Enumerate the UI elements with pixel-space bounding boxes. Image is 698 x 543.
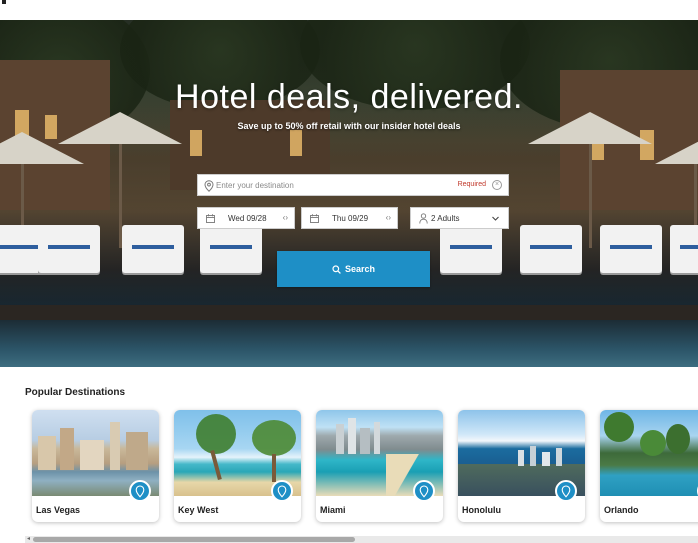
guests-select[interactable]: 2 Adults	[410, 207, 509, 229]
destination-input[interactable]	[216, 178, 446, 193]
required-label: Required	[457, 181, 486, 188]
pool-lounger	[200, 225, 262, 273]
checkin-date-picker[interactable]: Wed 09/28 ‹›	[197, 207, 295, 229]
map-pin-icon	[204, 180, 214, 192]
destination-card-las-vegas[interactable]: Las Vegas	[32, 410, 159, 522]
destination-name: Honolulu	[462, 505, 501, 515]
clear-icon[interactable]: ×	[492, 180, 502, 190]
destination-field[interactable]: Required ×	[197, 174, 509, 196]
destination-name: Las Vegas	[36, 505, 81, 515]
orlando-photo	[600, 410, 698, 496]
pool-lounger	[520, 225, 582, 273]
scrollbar-thumb[interactable]	[33, 537, 355, 542]
location-pin-icon[interactable]	[129, 480, 151, 502]
checkout-date: Thu 09/29	[332, 214, 369, 223]
pool-lounger	[38, 225, 100, 273]
pool-lounger	[440, 225, 502, 273]
guests-value: 2 Adults	[431, 214, 460, 223]
popular-destinations-title: Popular Destinations	[25, 387, 126, 398]
destination-name: Orlando	[604, 505, 639, 515]
location-pin-icon[interactable]	[413, 480, 435, 502]
left-right-arrows-icon[interactable]: ‹›	[283, 213, 288, 222]
hero-subtitle: Save up to 50% off retail with our insid…	[237, 121, 461, 131]
checkin-date: Wed 09/28	[228, 214, 267, 223]
destination-name: Key West	[178, 505, 219, 515]
calendar-icon	[206, 214, 215, 223]
pool-water	[0, 320, 698, 367]
pool-lounger	[670, 225, 698, 273]
destination-card-orlando[interactable]: Orlando	[600, 410, 698, 522]
pool-lounger	[600, 225, 662, 273]
person-icon	[419, 213, 428, 224]
destination-card-honolulu[interactable]: Honolulu	[458, 410, 585, 522]
location-pin-icon[interactable]	[555, 480, 577, 502]
hero-title: Hotel deals, delivered.	[175, 78, 523, 116]
corner-mark	[2, 0, 6, 4]
search-icon	[332, 265, 341, 274]
search-button-label: Search	[344, 263, 376, 274]
destination-name: Miami	[320, 505, 346, 515]
parasol	[655, 132, 698, 164]
calendar-icon	[310, 214, 319, 223]
destination-card-key-west[interactable]: Key West	[174, 410, 301, 522]
pool-deck	[0, 305, 698, 321]
destination-card-miami[interactable]: Miami	[316, 410, 443, 522]
chevron-down-icon	[492, 216, 499, 221]
pool-lounger	[122, 225, 184, 273]
parasol	[0, 132, 84, 164]
browser-top-bar	[0, 0, 698, 21]
checkout-date-picker[interactable]: Thu 09/29 ‹›	[301, 207, 398, 229]
location-pin-icon[interactable]	[271, 480, 293, 502]
search-button[interactable]: Search	[277, 251, 430, 287]
left-right-arrows-icon[interactable]: ‹›	[386, 213, 391, 222]
scroll-left-arrow-icon[interactable]: ◂	[25, 536, 32, 543]
destinations-scrollbar[interactable]: ◂	[25, 536, 698, 543]
